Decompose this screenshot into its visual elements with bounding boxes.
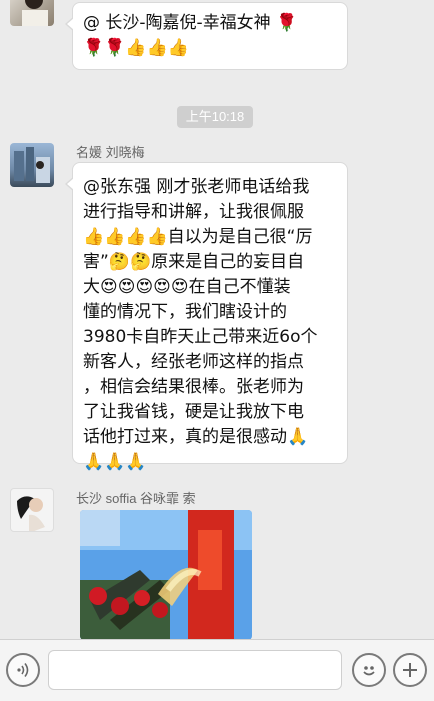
avatar-photo [14,147,50,183]
message-bubble[interactable]: @ 长沙-陶嘉倪-幸福女神 🌹 🌹🌹👍👍👍 [65,2,348,70]
plus-icon [403,663,417,677]
message-text-line: ，相信会结果很棒。张老师为 [83,377,304,397]
avatar[interactable] [10,143,54,187]
message-text-line: 大😍😍😍😍😍在自己不懂装 [83,277,291,297]
message-bubble[interactable]: @张东强 刚才张老师电话给我 进行指导和讲解，让我很佩服 👍👍👍👍自以为是自己很… [65,162,348,472]
emoji-icon [363,666,375,676]
message-text-line: @张东强 刚才张老师电话给我 [83,177,310,197]
message-text-line: 3980卡自昨天止己带来近6o个 [83,327,318,347]
voice-input-button[interactable] [6,653,40,687]
message-text-line: 害”🤔🤔原来是自己的妄目自 [83,252,305,272]
message-text-line: 🌹🌹👍👍👍 [83,38,189,58]
message-text-line: 进行指导和讲解，让我很佩服 [83,202,304,222]
avatar-photo [22,0,48,26]
timestamp: 上午10:18 [177,106,253,128]
message-text-line: 👍👍👍👍自以为是自己很“厉 [83,227,313,247]
emoji-button[interactable] [352,653,386,687]
avatar[interactable] [10,488,54,532]
image-message[interactable] [80,510,252,640]
sender-name: 长沙 soffia 谷咏霏 索 [76,491,196,506]
more-options-button[interactable] [393,653,427,687]
message-text-line: 话他打过来，真的是很感动🙏 [83,427,309,447]
message-text-line: 新客人，经张老师这样的指点 [83,352,304,372]
avatar[interactable] [10,0,54,26]
photo-thumbnail [80,510,252,640]
input-bar [0,639,434,701]
message-text-line: @ 长沙-陶嘉倪-幸福女神 🌹 [83,13,298,33]
voice-icon [17,663,29,677]
sender-name: 名媛 刘晓梅 [76,145,145,160]
message-text-line: 了让我省钱，硬是让我放下电 [83,402,304,422]
message-text-line: 懂的情况下，我们瞎设计的 [83,302,287,322]
message-input[interactable] [48,650,342,690]
avatar-photo [17,496,45,531]
message-text-line: 🙏🙏🙏 [83,452,147,472]
